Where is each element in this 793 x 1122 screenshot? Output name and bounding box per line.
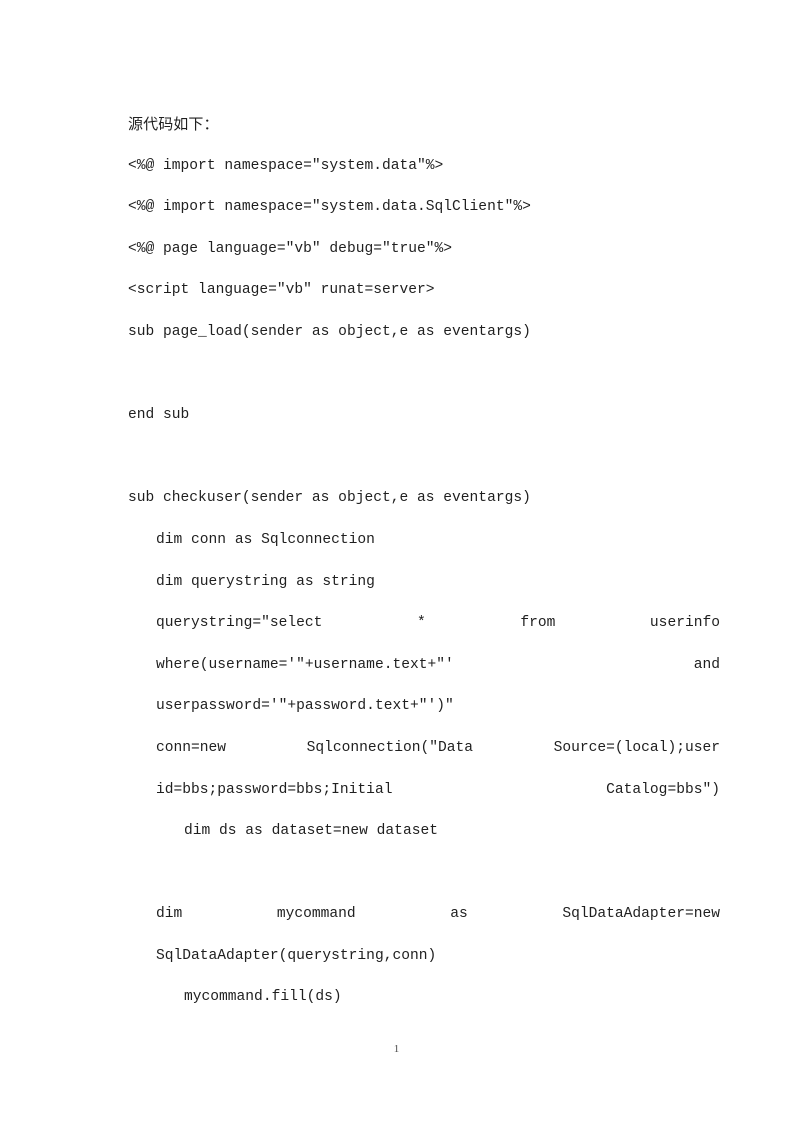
source-code-block: <%@ import namespace="system.data"%> <%@ … — [128, 146, 720, 1019]
line-import-data: <%@ import namespace="system.data"%> — [128, 157, 444, 174]
line-dim-querystring: dim querystring as string — [156, 573, 375, 590]
page-title: 源代码如下： — [128, 115, 219, 133]
line-page-directive: <%@ page language="vb" debug="true"%> — [128, 240, 453, 257]
line-script-open: <script language="vb" runat=server> — [128, 282, 435, 299]
line-dim-ds: dim ds as dataset=new dataset — [184, 823, 438, 840]
line-sub-checkuser: sub checkuser(sender as object,e as even… — [128, 490, 531, 507]
line-dim-conn: dim conn as Sqlconnection — [156, 531, 375, 548]
page-number: 1 — [393, 1043, 400, 1055]
document-body: 源代码如下： <%@ import namespace="system.data… — [128, 104, 720, 1019]
line-end-sub-1: end sub — [128, 407, 190, 424]
line-querystring-assign: querystring="select * from userinfo wher… — [156, 615, 720, 715]
line-sub-page-load: sub page_load(sender as object,e as even… — [128, 323, 531, 340]
line-dim-mycommand: dim mycommand as SqlDataAdapter=new SqlD… — [156, 906, 720, 964]
line-mycommand-fill: mycommand.fill(ds) — [184, 989, 342, 1006]
line-conn-new: conn=new Sqlconnection("Data Source=(loc… — [156, 739, 720, 798]
line-import-sqlclient: <%@ import namespace="system.data.SqlCli… — [128, 199, 531, 216]
document-page: 源代码如下： <%@ import namespace="system.data… — [0, 0, 793, 1122]
